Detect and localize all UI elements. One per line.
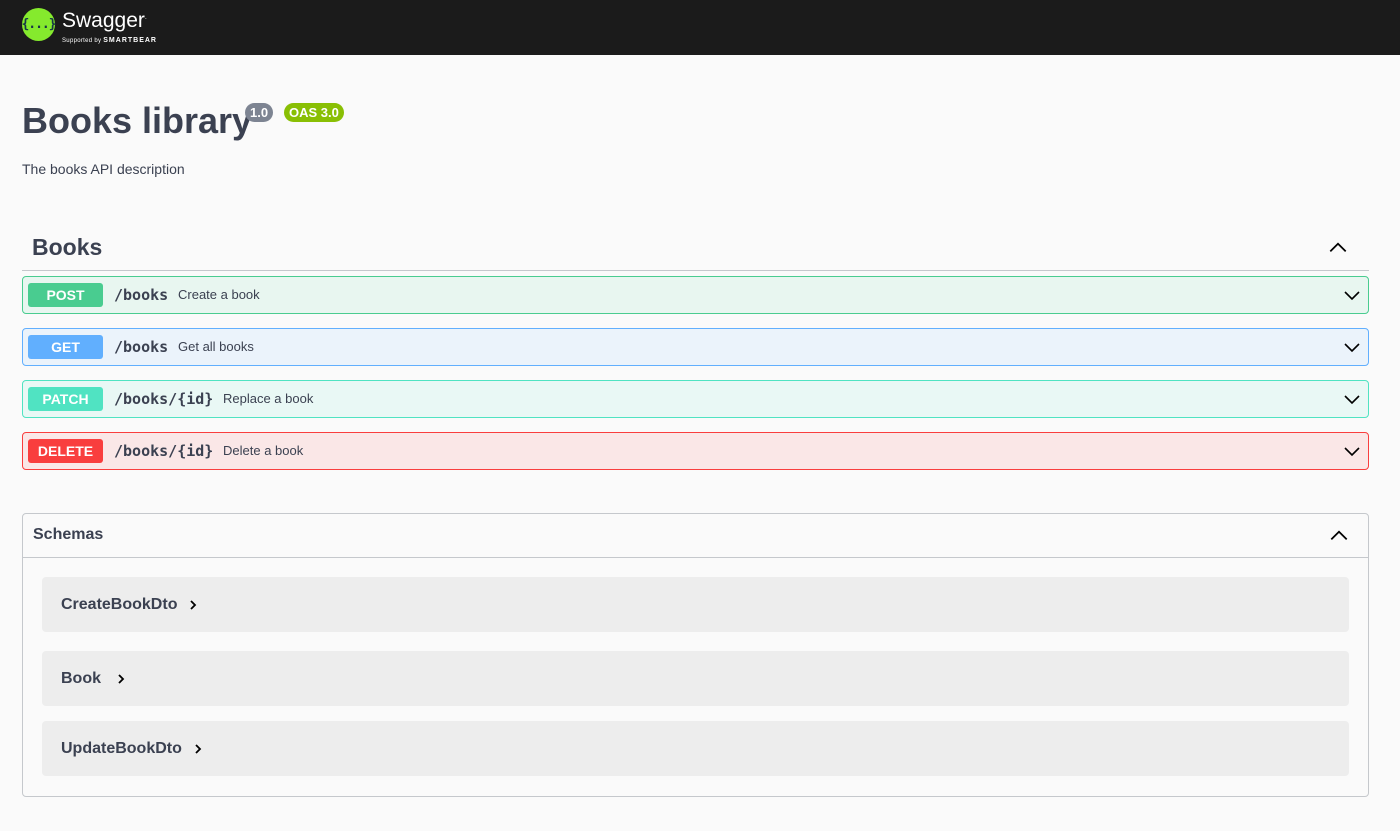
chevron-down-icon[interactable] [1342,441,1362,461]
schema-model-book[interactable]: Book [42,651,1349,706]
operation-summary: Delete a book [223,443,304,458]
version-badge: 1.0 [245,103,274,122]
method-badge: DELETE [28,439,103,463]
schema-name: UpdateBookDto [61,740,182,757]
chevron-down-icon[interactable] [1342,389,1362,409]
top-bar: {...} Swagger. Supported by SMARTBEAR [0,0,1400,55]
method-badge: PATCH [28,387,103,411]
brand-name[interactable]: Swagger. [62,9,147,33]
tag-title: Books [32,234,103,260]
operation-get-books[interactable]: GET /books Get all books [22,328,1369,366]
logo-glyph: {...} [21,17,56,32]
chevron-right-icon[interactable] [191,742,205,756]
supported-by: Supported by SMARTBEAR [62,37,157,44]
operation-summary: Replace a book [223,391,314,406]
operation-path: /books/{id} [114,442,214,460]
operation-patch-book[interactable]: PATCH /books/{id} Replace a book [22,380,1369,418]
schema-model-updatebookdto[interactable]: UpdateBookDto [42,721,1349,776]
schema-name: CreateBookDto [61,596,178,613]
schemas-title: Schemas [33,526,104,543]
method-badge: POST [28,283,103,307]
chevron-up-icon[interactable] [1327,236,1349,258]
operation-summary: Create a book [178,287,260,302]
api-description: The books API description [22,161,185,177]
operation-summary: Get all books [178,339,254,354]
operation-post-books[interactable]: POST /books Create a book [22,276,1369,314]
swagger-logo-icon[interactable]: {...} [21,8,57,41]
operation-path: /books [114,338,169,356]
smartbear-label: SMARTBEAR [103,37,157,44]
schemas-header[interactable]: Schemas [23,514,1368,558]
chevron-right-icon[interactable] [186,598,200,612]
chevron-up-icon[interactable] [1328,524,1350,546]
chevron-down-icon[interactable] [1342,285,1362,305]
operation-path: /books/{id} [114,390,214,408]
schemas-section: Schemas CreateBookDto Book UpdateBookDto [22,513,1369,797]
chevron-down-icon[interactable] [1342,337,1362,357]
chevron-right-icon[interactable] [114,672,128,686]
method-badge: GET [28,335,103,359]
schema-name: Book [61,670,101,687]
oas-badge: OAS 3.0 [284,103,344,122]
schema-model-createbookdto[interactable]: CreateBookDto [42,577,1349,632]
operation-path: /books [114,286,169,304]
page-title: Books library [22,100,253,141]
tag-books-header[interactable]: Books [22,226,1369,271]
operation-delete-book[interactable]: DELETE /books/{id} Delete a book [22,432,1369,470]
